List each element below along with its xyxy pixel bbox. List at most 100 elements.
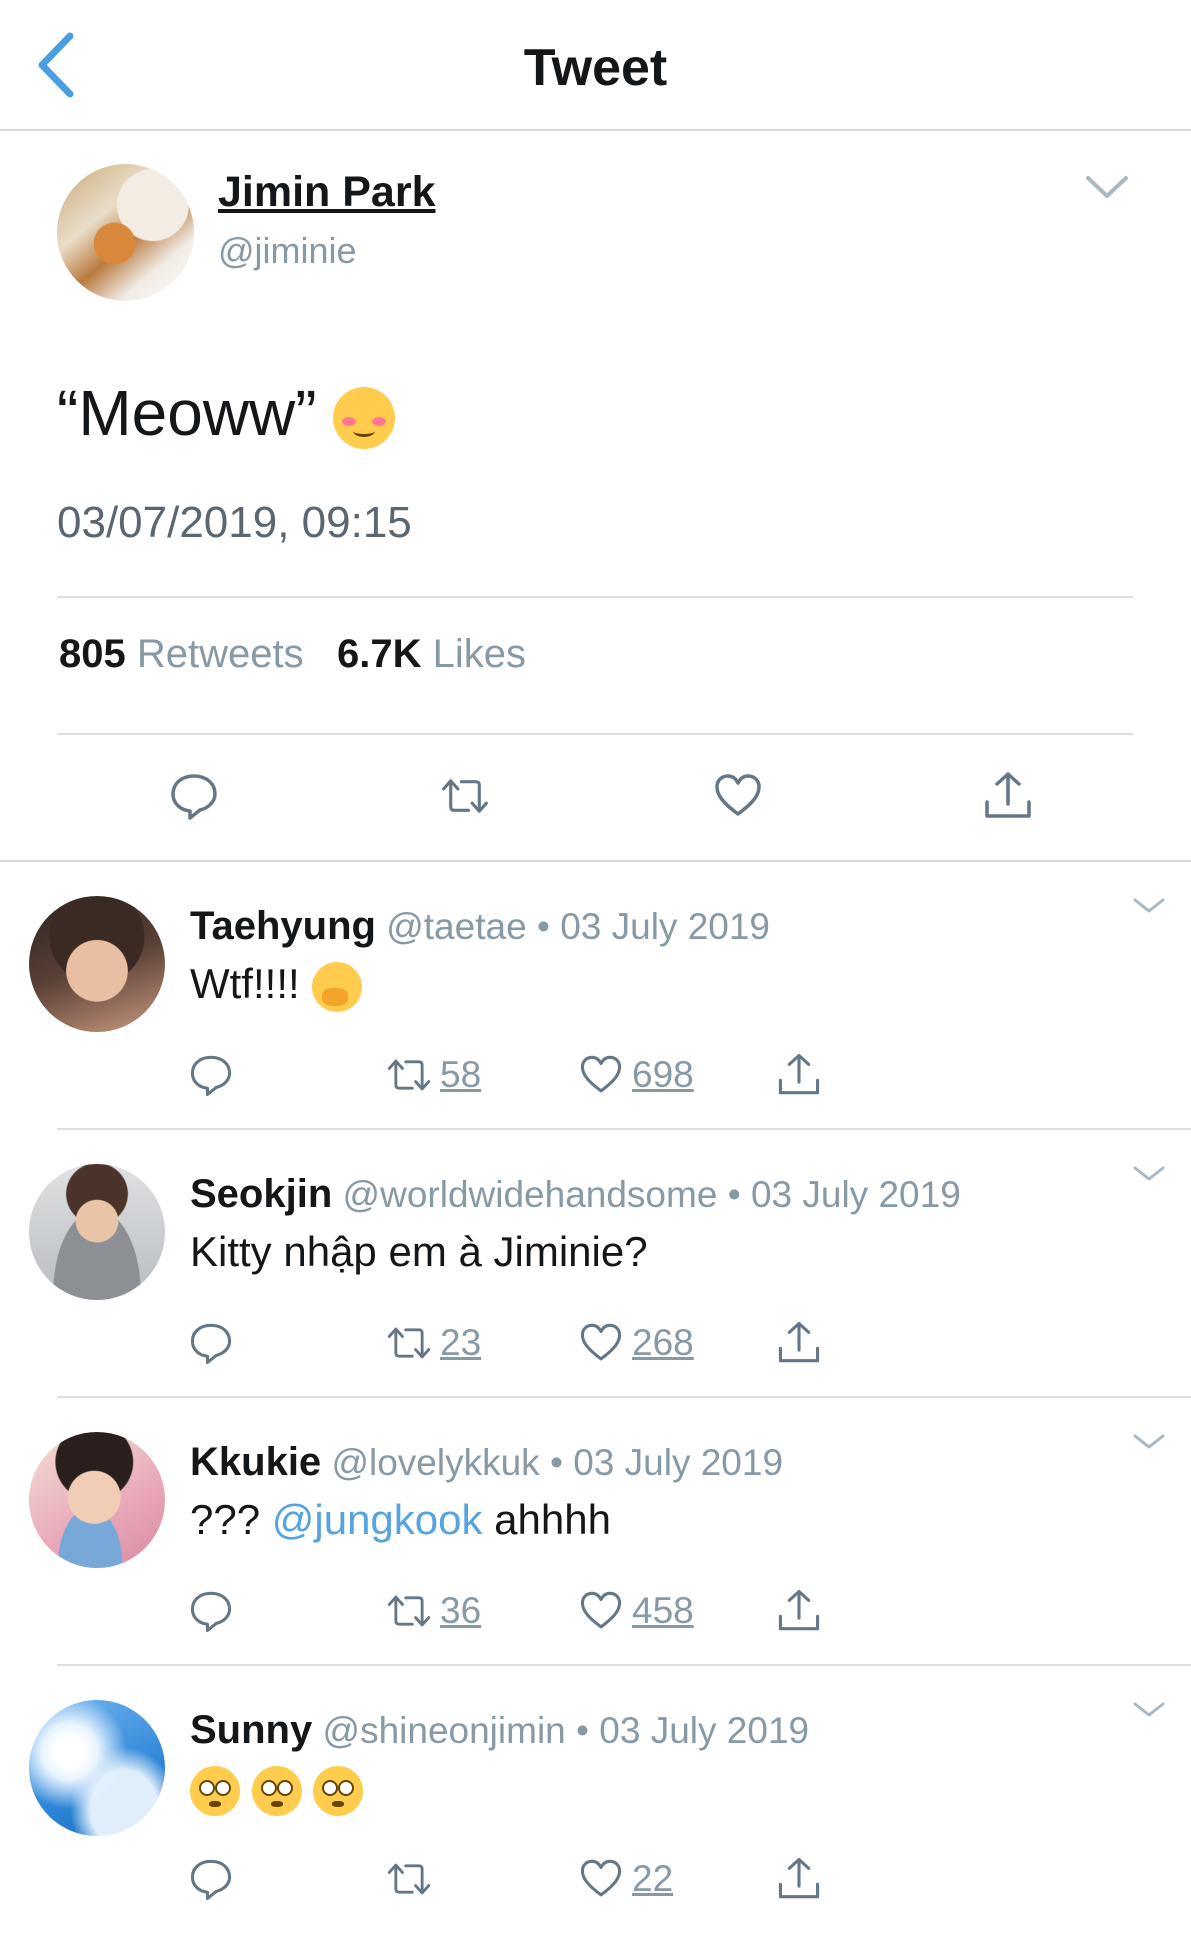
chevron-down-icon[interactable]	[1132, 1700, 1166, 1720]
reply-date: 03 July 2019	[573, 1442, 784, 1483]
reply-text-body: Wtf!!!!	[190, 960, 300, 1007]
likes-count: 6.7K	[336, 632, 422, 676]
dot-separator: •	[536, 906, 550, 947]
reply-header: Taehyung @taetae • 03 July 2019	[190, 904, 770, 949]
like-action[interactable]: 22	[578, 1851, 673, 1907]
reply-icon	[190, 1859, 232, 1901]
retweet-action[interactable]	[386, 1851, 432, 1907]
retweet-stat[interactable]: 805 Retweets	[59, 632, 304, 676]
tweet-text-body: “Meoww”	[57, 377, 317, 449]
reply-handle: @worldwidehandsome	[342, 1174, 718, 1215]
reply-author-name[interactable]: Seokjin	[190, 1172, 332, 1216]
likes-label: Likes	[432, 632, 526, 676]
reply-handle: @shineonjimin	[322, 1710, 566, 1751]
reply-text: ??? @jungkook ahhhh	[190, 1496, 611, 1544]
avatar[interactable]	[57, 164, 194, 301]
likes-stat[interactable]: 6.7K Likes	[337, 632, 526, 676]
author-name[interactable]: Jimin Park	[218, 168, 436, 217]
dot-separator: •	[576, 1710, 589, 1751]
share-icon[interactable]	[983, 770, 1033, 822]
like-count: 458	[632, 1590, 694, 1631]
dot-separator: •	[549, 1442, 563, 1483]
reply-header: Sunny @shineonjimin • 03 July 2019	[190, 1708, 809, 1753]
chevron-down-icon[interactable]	[1132, 1432, 1166, 1452]
like-heart-icon	[580, 1323, 622, 1361]
like-action[interactable]: 698	[578, 1047, 694, 1103]
share-action[interactable]	[776, 1047, 822, 1103]
share-icon	[778, 1857, 820, 1899]
retweet-count: 36	[440, 1590, 482, 1631]
reply-tweet[interactable]: Sunny @shineonjimin • 03 July 2019 22	[0, 1666, 1191, 1934]
divider	[57, 733, 1133, 735]
retweet-count: 58	[440, 1054, 482, 1095]
reply-handle: @lovelykkuk	[331, 1442, 540, 1483]
reply-author-name[interactable]: Sunny	[190, 1708, 312, 1752]
reply-tweet[interactable]: Taehyung @taetae • 03 July 2019 Wtf!!!! …	[0, 862, 1191, 1130]
avatar[interactable]	[29, 896, 165, 1032]
reply-action[interactable]	[188, 1047, 234, 1103]
reply-action[interactable]	[188, 1583, 234, 1639]
retweet-action[interactable]: 36	[386, 1583, 481, 1639]
share-action[interactable]	[776, 1583, 822, 1639]
retweet-icon	[387, 1059, 431, 1091]
tweet-timestamp: 03/07/2019, 09:15	[57, 498, 412, 547]
tweet-stats: 805 Retweets 6.7K Likes	[59, 632, 526, 677]
retweet-icon	[387, 1327, 431, 1359]
flushed-face-emoji-icon	[190, 1765, 240, 1816]
reply-action[interactable]	[188, 1851, 234, 1907]
reply-header: Kkukie @lovelykkuk • 03 July 2019	[190, 1440, 783, 1485]
retweet-icon	[387, 1863, 431, 1895]
reply-icon	[190, 1055, 232, 1097]
chevron-down-icon[interactable]	[1132, 896, 1166, 916]
divider	[57, 596, 1133, 598]
like-count: 22	[632, 1858, 674, 1899]
flushed-face-emoji-icon	[313, 1765, 364, 1816]
avatar[interactable]	[29, 1164, 165, 1300]
retweet-icon[interactable]	[440, 770, 490, 822]
reply-date: 03 July 2019	[750, 1174, 961, 1215]
share-icon	[778, 1321, 820, 1363]
share-action[interactable]	[776, 1315, 822, 1371]
like-count: 698	[632, 1054, 694, 1095]
retweets-count: 805	[59, 632, 126, 676]
retweet-icon	[387, 1595, 431, 1627]
reply-handle: @taetae	[386, 906, 527, 947]
avatar[interactable]	[29, 1700, 165, 1836]
reply-icon	[190, 1591, 232, 1633]
author-handle: @jiminie	[218, 230, 357, 271]
like-heart-icon	[580, 1591, 622, 1629]
avatar[interactable]	[29, 1432, 165, 1568]
chevron-down-icon[interactable]	[1084, 172, 1130, 202]
share-icon	[778, 1589, 820, 1631]
page-title: Tweet	[523, 39, 668, 97]
header-divider	[0, 129, 1191, 131]
chevron-down-icon[interactable]	[1132, 1164, 1166, 1184]
reply-text: Kitty nhập em à Jiminie?	[190, 1228, 648, 1275]
retweet-action[interactable]: 23	[386, 1315, 481, 1371]
reply-icon[interactable]	[169, 770, 219, 822]
reply-action[interactable]	[188, 1315, 234, 1371]
retweet-count: 23	[440, 1322, 482, 1363]
like-count: 268	[632, 1322, 694, 1363]
like-heart-icon[interactable]	[713, 770, 763, 822]
reply-text	[190, 1764, 364, 1816]
reply-text: Wtf!!!!	[190, 960, 362, 1012]
reply-tweet[interactable]: Kkukie @lovelykkuk • 03 July 2019 ??? @j…	[0, 1398, 1191, 1666]
reply-author-name[interactable]: Taehyung	[190, 904, 376, 948]
flushed-face-emoji-icon	[251, 1765, 302, 1816]
mention-link[interactable]: @jungkook	[272, 1496, 483, 1543]
reply-icon	[190, 1323, 232, 1365]
like-heart-icon	[580, 1055, 622, 1093]
hand-over-mouth-emoji-icon	[311, 961, 362, 1012]
reply-date: 03 July 2019	[599, 1710, 810, 1751]
retweet-action[interactable]: 58	[386, 1047, 481, 1103]
share-action[interactable]	[776, 1851, 822, 1907]
dot-separator: •	[727, 1174, 741, 1215]
reply-tweet[interactable]: Seokjin @worldwidehandsome • 03 July 201…	[0, 1130, 1191, 1398]
tweet-text: “Meoww”	[57, 376, 395, 450]
reply-author-name[interactable]: Kkukie	[190, 1440, 321, 1484]
like-action[interactable]: 268	[578, 1315, 694, 1371]
like-action[interactable]: 458	[578, 1583, 694, 1639]
reply-text-prefix: ???	[190, 1496, 272, 1543]
reply-date: 03 July 2019	[560, 906, 771, 947]
